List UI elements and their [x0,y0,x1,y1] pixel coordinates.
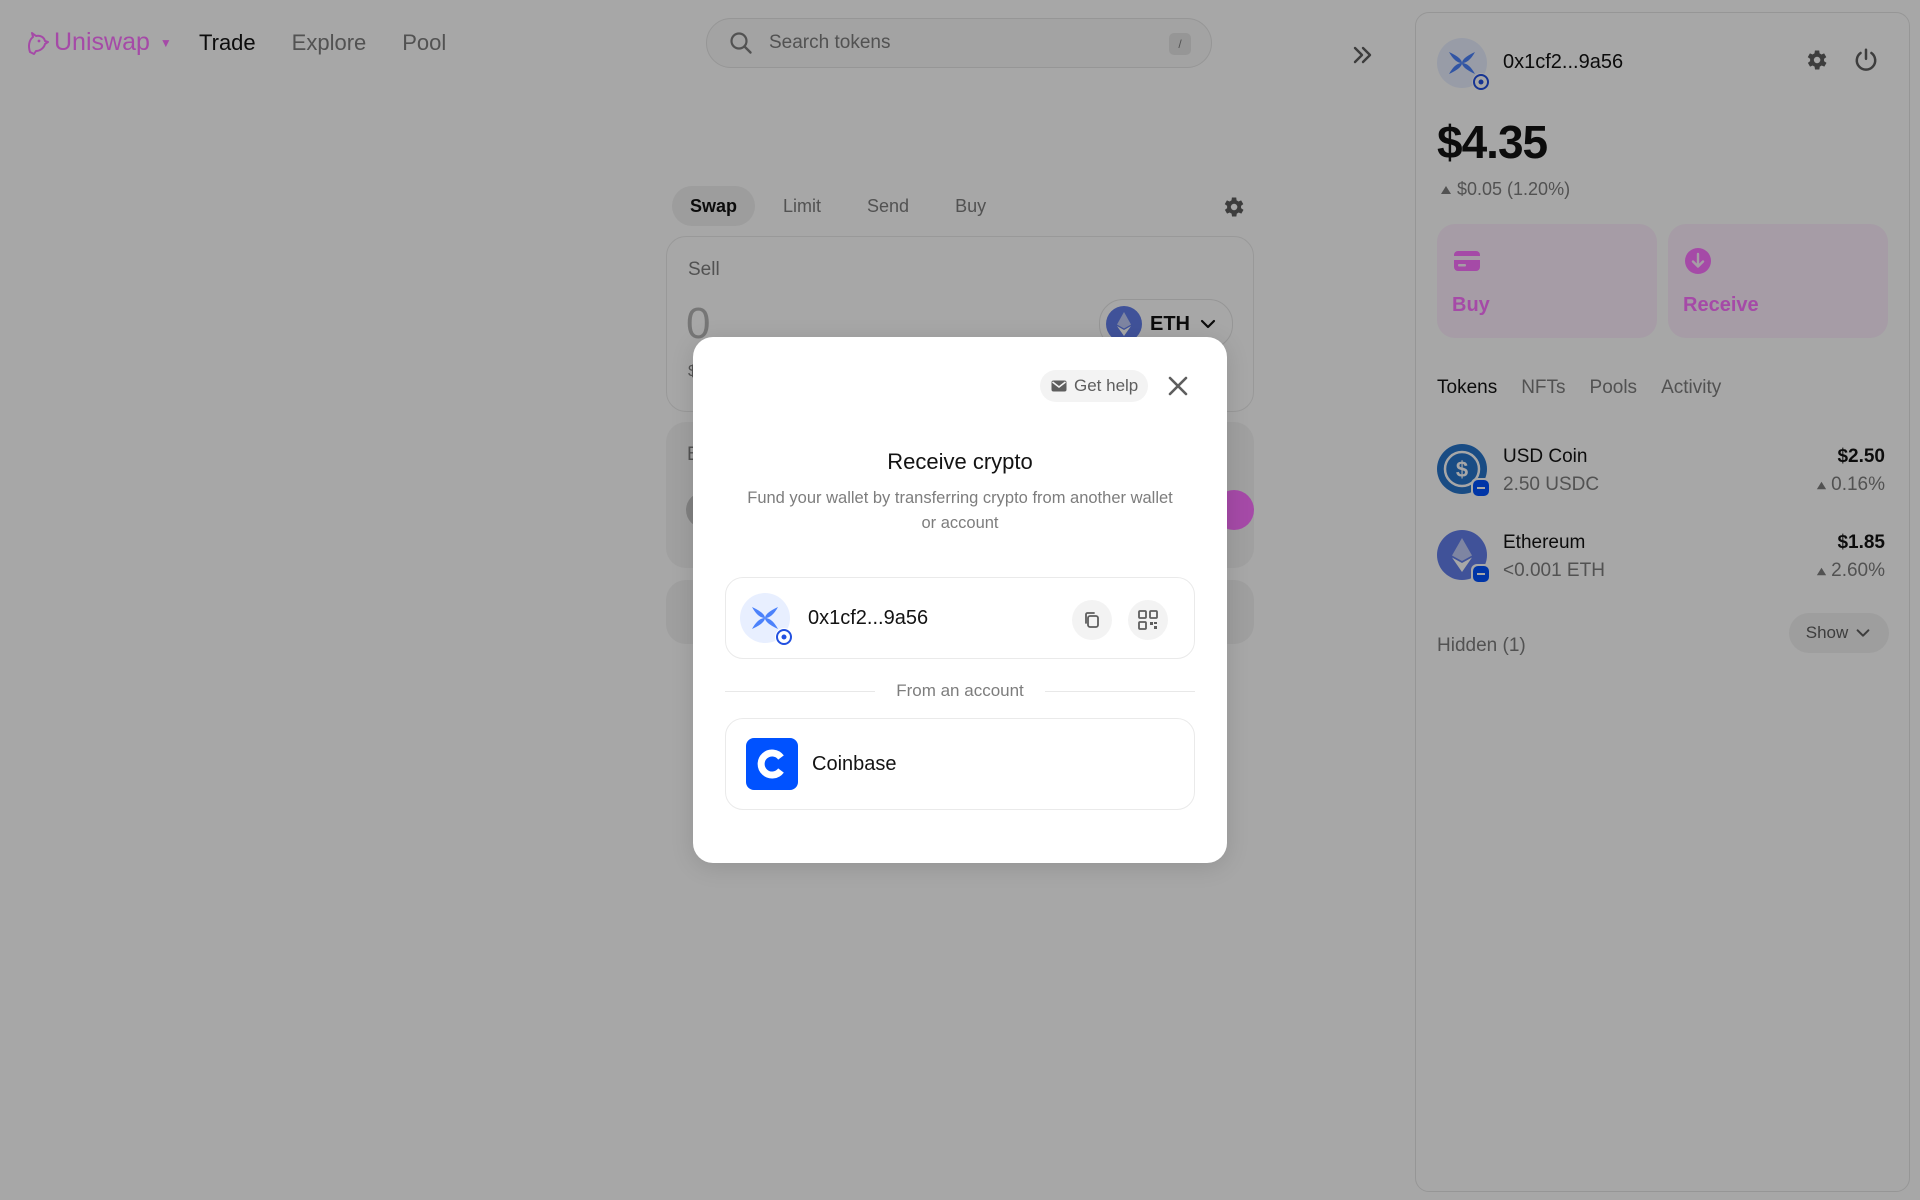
wallet-avatar-icon [740,593,793,646]
wallet-address-card: 0x1cf2...9a56 [725,577,1195,659]
close-icon[interactable] [1166,374,1190,398]
from-account-divider: From an account [725,679,1195,703]
mail-icon [1051,380,1067,392]
coinbase-logo-icon [746,738,798,790]
coinbase-account-option[interactable]: Coinbase [725,718,1195,810]
coinbase-label: Coinbase [812,753,897,775]
copy-address-button[interactable] [1072,600,1112,640]
qr-code-icon [1138,610,1158,630]
divider-label: From an account [882,681,1038,700]
modal-wallet-address: 0x1cf2...9a56 [808,607,929,629]
receive-crypto-modal: Get help Receive crypto Fund your wallet… [693,337,1227,863]
qr-code-button[interactable] [1128,600,1168,640]
get-help-label: Get help [1074,376,1139,395]
get-help-button[interactable]: Get help [1040,370,1149,402]
copy-icon [1085,612,1099,628]
modal-subtitle: Fund your wallet by transferring crypto … [747,489,1173,532]
modal-title: Receive crypto [887,449,1033,474]
